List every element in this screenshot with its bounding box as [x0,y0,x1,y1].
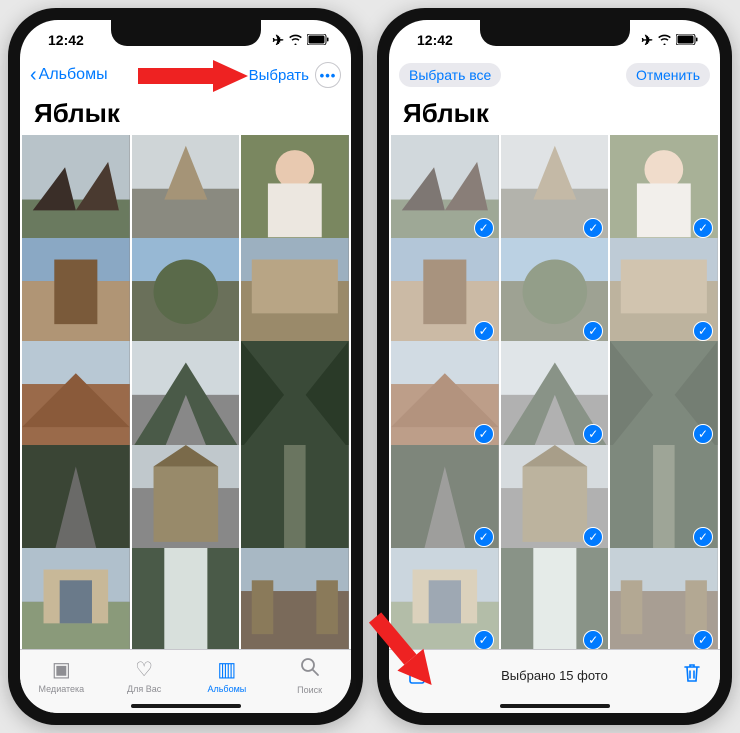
tab-foryou[interactable]: ♡ Для Вас [103,650,186,701]
photo-thumb[interactable] [132,135,240,243]
battery-icon [307,32,329,48]
photo-thumb[interactable]: ✓ [501,341,609,449]
check-icon: ✓ [693,321,713,341]
heart-icon: ♡ [135,657,153,682]
check-icon: ✓ [474,630,494,649]
library-icon: ▣ [52,657,71,682]
photo-thumb[interactable] [132,238,240,346]
wifi-icon [288,32,303,48]
photo-thumb[interactable]: ✓ [501,135,609,243]
albums-icon: ▥ [217,657,236,682]
check-icon: ✓ [693,527,713,547]
photo-thumb[interactable] [22,341,130,449]
tab-label: Поиск [297,685,322,695]
photo-thumb[interactable] [132,341,240,449]
check-icon: ✓ [693,218,713,238]
phone-left: 12:42 ✈ ‹ Альбомы Выбрать [8,8,363,725]
check-icon: ✓ [693,424,713,444]
chevron-left-icon: ‹ [30,64,37,87]
photo-thumb[interactable]: ✓ [391,135,499,243]
tab-albums[interactable]: ▥ Альбомы [186,650,269,701]
home-indicator[interactable] [131,704,241,708]
page-title: Яблык [389,94,720,135]
photo-thumb[interactable] [132,548,240,649]
battery-icon [676,32,698,48]
photo-thumb[interactable]: ✓ [391,238,499,346]
check-icon: ✓ [583,321,603,341]
status-time: 12:42 [48,32,84,48]
photo-grid[interactable] [20,135,351,649]
check-icon: ✓ [583,218,603,238]
page-title: Яблык [20,94,351,135]
status-icons: ✈ [272,32,329,49]
photo-thumb[interactable] [241,341,349,449]
more-button[interactable]: ••• [315,62,341,88]
photo-thumb[interactable]: ✓ [610,445,718,553]
photo-thumb[interactable] [241,135,349,243]
annotation-arrow [359,607,449,697]
photo-thumb[interactable] [22,445,130,553]
photo-thumb[interactable]: ✓ [391,445,499,553]
check-icon: ✓ [474,424,494,444]
ellipsis-icon: ••• [320,68,337,83]
notch [111,20,261,46]
status-icons: ✈ [641,32,698,49]
screen: 12:42 ✈ ‹ Альбомы Выбрать [20,20,351,713]
delete-button[interactable] [682,662,702,690]
search-icon [300,657,320,683]
tab-label: Для Вас [127,684,161,694]
check-icon: ✓ [693,630,713,649]
photo-thumb[interactable] [22,548,130,649]
tab-label: Медиатека [39,684,85,694]
check-icon: ✓ [474,218,494,238]
annotation-arrow [138,56,248,96]
notch [480,20,630,46]
check-icon: ✓ [583,630,603,649]
photo-thumb[interactable]: ✓ [610,341,718,449]
back-label: Альбомы [39,66,108,84]
photo-thumb[interactable]: ✓ [391,341,499,449]
status-time: 12:42 [417,32,453,48]
photo-thumb[interactable] [22,135,130,243]
navbar: Выбрать все Отменить [389,56,720,94]
check-icon: ✓ [583,424,603,444]
selection-count: Выбрано 15 фото [501,668,608,683]
photo-thumb[interactable] [241,445,349,553]
photo-thumb[interactable]: ✓ [610,238,718,346]
select-button[interactable]: Выбрать [249,67,309,84]
photo-thumb[interactable]: ✓ [501,238,609,346]
wifi-icon [657,32,672,48]
check-icon: ✓ [474,321,494,341]
check-icon: ✓ [583,527,603,547]
select-all-button[interactable]: Выбрать все [399,63,501,87]
check-icon: ✓ [474,527,494,547]
photo-thumb[interactable]: ✓ [610,548,718,649]
photo-thumb[interactable]: ✓ [610,135,718,243]
airplane-icon: ✈ [641,32,653,49]
photo-thumb[interactable] [22,238,130,346]
cancel-button[interactable]: Отменить [626,63,710,87]
photo-thumb[interactable]: ✓ [501,548,609,649]
home-indicator[interactable] [500,704,610,708]
tab-search[interactable]: Поиск [268,650,351,701]
airplane-icon: ✈ [272,32,284,49]
phone-right: 12:42 ✈ Выбрать все Отменить Яблык ✓ [377,8,732,725]
tab-label: Альбомы [207,684,246,694]
photo-thumb[interactable]: ✓ [501,445,609,553]
photo-thumb[interactable] [132,445,240,553]
photo-thumb[interactable] [241,238,349,346]
back-button[interactable]: ‹ Альбомы [30,64,108,87]
tab-library[interactable]: ▣ Медиатека [20,650,103,701]
photo-thumb[interactable] [241,548,349,649]
photo-grid[interactable]: ✓ ✓ ✓ ✓ ✓ ✓ ✓ ✓ ✓ ✓ ✓ ✓ ✓ ✓ ✓ [389,135,720,649]
